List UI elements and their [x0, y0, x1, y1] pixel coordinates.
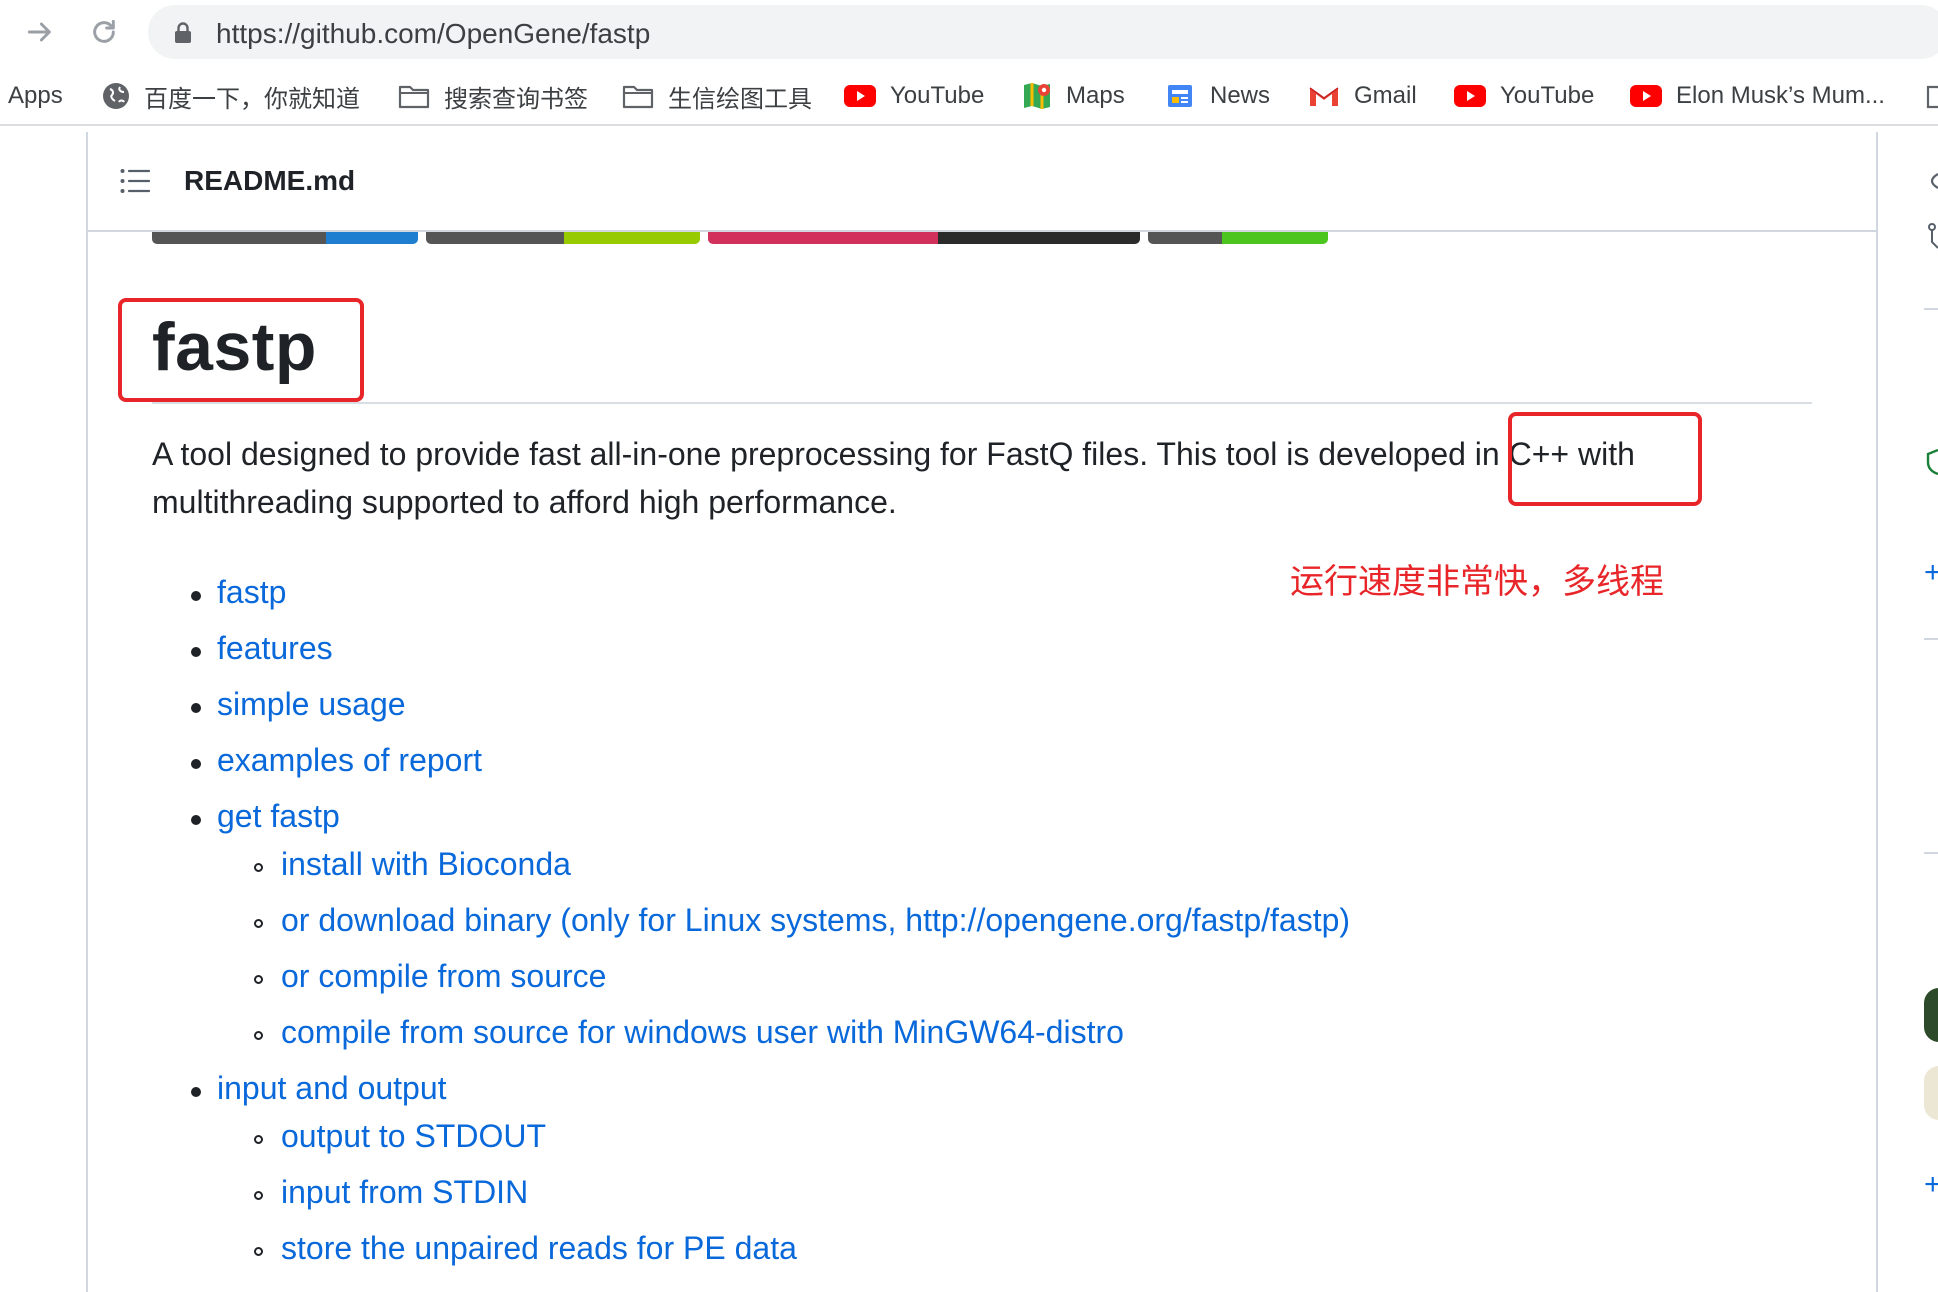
bullet-disc [191, 647, 201, 657]
bookmark-label: 百度一下，你就知道 [144, 85, 360, 113]
news-icon [1166, 82, 1196, 110]
sidebar-divider [1924, 852, 1938, 854]
toc-link[interactable]: simple usage [217, 686, 406, 723]
toc-sublink[interactable]: compile from source for windows user wit… [281, 1014, 1124, 1051]
table-of-contents-icon[interactable] [120, 168, 151, 199]
bookmark-folder-search[interactable]: 搜索查询书签 [398, 80, 588, 113]
bullet-circle [254, 1031, 263, 1040]
bookmark-label: Maps [1066, 82, 1125, 109]
bookmark-label: News [1210, 82, 1271, 109]
sidebar-divider [1924, 308, 1938, 310]
bookmark-youtube[interactable]: YouTube [844, 80, 984, 112]
toc-link[interactable]: fastp [217, 574, 286, 611]
description-line-2: multithreading supported to afford high … [152, 484, 897, 520]
folder-icon [398, 83, 430, 109]
bookmark-folder-bioinfo[interactable]: 生信绘图工具 [622, 80, 812, 113]
bookmark-apps[interactable]: Apps [8, 80, 63, 112]
readme-filename: README.md [184, 165, 356, 196]
toc-link[interactable]: examples of report [217, 742, 482, 779]
bookmark-baidu[interactable]: 百度一下，你就知道 [102, 80, 360, 113]
toc-link[interactable]: get fastp [217, 798, 340, 835]
toc-sublink[interactable]: input from STDIN [281, 1174, 528, 1211]
bookmark-label: Elon Musk’s Mum... [1676, 82, 1885, 109]
readme-header: README.md [88, 132, 1876, 232]
annotation-note: 运行速度非常快，多线程 [1290, 563, 1664, 601]
maps-icon [1022, 81, 1052, 111]
readme-panel: README.md fastp A tool designed to provi… [86, 132, 1878, 1292]
gmail-icon [1308, 84, 1340, 108]
bullet-disc [191, 591, 201, 601]
bullet-circle [254, 863, 263, 872]
bullet-circle [254, 975, 263, 984]
arrow-right-icon [27, 22, 51, 42]
youtube-icon [844, 84, 876, 108]
bullet-circle [254, 1191, 263, 1200]
bullet-disc [191, 759, 201, 769]
reload-icon [93, 19, 115, 43]
bookmark-maps[interactable]: Maps [1022, 80, 1125, 112]
bookmarks-bar: Apps 百度一下，你就知道 搜索查询书签 生信绘图工具 YouTube Map… [0, 68, 1938, 126]
bookmark-youtube-2[interactable]: YouTube [1454, 80, 1594, 112]
sidebar-divider [1924, 638, 1938, 640]
title-divider [152, 402, 1812, 404]
toc-sublink[interactable]: or compile from source [281, 958, 606, 995]
bookmark-label: Apps [8, 82, 63, 109]
forward-button[interactable] [20, 12, 60, 52]
annotation-box-title [118, 298, 364, 402]
bookmark-elon-musk[interactable]: Elon Musk’s Mum... [1630, 80, 1885, 112]
toc-link[interactable]: features [217, 630, 333, 667]
bookmark-overflow-folder[interactable] [1926, 80, 1938, 112]
bullet-disc [191, 1087, 201, 1097]
bookmark-label: Gmail [1354, 82, 1417, 109]
bullet-disc [191, 703, 201, 713]
bullet-circle [254, 1135, 263, 1144]
bullet-circle [254, 1247, 263, 1256]
plus-icon[interactable]: + [1924, 1168, 1938, 1202]
bookmark-label: 搜索查询书签 [444, 85, 588, 113]
bookmark-label: YouTube [890, 82, 985, 109]
fork-icon[interactable] [1924, 222, 1938, 257]
toc-sublink[interactable]: or download binary (only for Linux syste… [281, 902, 1350, 939]
address-bar[interactable]: https://github.com/OpenGene/fastp [148, 5, 1938, 59]
bullet-circle [254, 919, 263, 928]
bookmark-label: 生信绘图工具 [668, 85, 812, 113]
avatar[interactable] [1924, 988, 1938, 1042]
eye-icon[interactable] [1924, 170, 1938, 197]
folder-icon [622, 83, 654, 109]
bookmark-news[interactable]: News [1166, 80, 1270, 112]
lock-icon [174, 22, 192, 49]
toc-link[interactable]: input and output [217, 1070, 447, 1107]
plus-icon[interactable]: + [1924, 556, 1938, 590]
globe-icon [102, 82, 130, 110]
toc-sublink[interactable]: install with Bioconda [281, 846, 571, 883]
browser-toolbar: https://github.com/OpenGene/fastp [0, 0, 1938, 64]
toc-sublink[interactable]: store the unpaired reads for PE data [281, 1230, 797, 1267]
youtube-icon [1630, 84, 1662, 108]
bookmark-label: YouTube [1500, 82, 1595, 109]
bullet-disc [191, 815, 201, 825]
bookmark-gmail[interactable]: Gmail [1308, 80, 1417, 112]
folder-icon [1926, 83, 1938, 109]
url-text[interactable]: https://github.com/OpenGene/fastp [216, 18, 650, 50]
youtube-icon [1454, 84, 1486, 108]
shield-check-icon [1926, 448, 1938, 481]
avatar[interactable] [1924, 1066, 1938, 1120]
annotation-box-cpp [1508, 412, 1702, 506]
description-line-1: A tool designed to provide fast all-in-o… [152, 436, 1635, 472]
toc-sublink[interactable]: output to STDOUT [281, 1118, 546, 1155]
reload-button[interactable] [84, 12, 124, 52]
